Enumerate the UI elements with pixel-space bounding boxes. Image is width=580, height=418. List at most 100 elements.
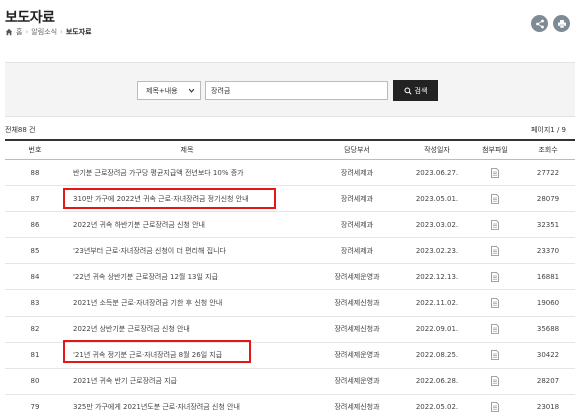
row-title-link[interactable]: '23년부터 근로·자녀장려금 신청이 더 편리해 집니다 [73, 247, 226, 255]
row-views: 35688 [536, 325, 560, 334]
breadcrumb: 홈 › 알림소식 › 보도자료 [5, 27, 92, 37]
row-number: 86 [30, 220, 40, 229]
breadcrumb-home[interactable]: 홈 [16, 27, 22, 37]
header-title: 제목 [180, 146, 194, 154]
row-title-cell: 2022년 귀속 하반기분 근로장려금 신청 안내 [65, 220, 309, 230]
row-department: 장려세제과 [340, 194, 374, 203]
file-icon[interactable] [491, 298, 499, 308]
row-views: 28079 [536, 194, 560, 203]
row-attachment [469, 219, 521, 230]
table-row: 87 310만 가구에 2022년 귀속 근로·자녀장려금 정기신청 안내 장려… [5, 186, 575, 213]
row-department: 장려세제운영과 [334, 377, 380, 386]
row-views: 23018 [536, 403, 560, 412]
row-date: 2023.06.27. [415, 168, 459, 177]
breadcrumb-current: 보도자료 [65, 28, 92, 36]
row-number: 82 [30, 325, 40, 334]
row-title-link[interactable]: 325만 가구에게 2021년도분 근로·자녀장려금 신청 안내 [73, 403, 240, 411]
share-icon [535, 19, 544, 28]
row-department: 장려세제운영과 [334, 272, 380, 281]
file-icon[interactable] [491, 193, 499, 204]
header-department: 담당부서 [344, 146, 370, 154]
row-title-link[interactable]: '22년 귀속 상반기분 근로장려금 12월 13일 지급 [73, 273, 218, 281]
home-icon[interactable] [5, 28, 13, 36]
row-date: 2023.05.01. [415, 194, 459, 203]
table-row: 83 2021년 소득분 근로·자녀장려금 기한 후 신청 안내 장려세제신청과… [5, 290, 575, 317]
row-views: 32351 [536, 220, 560, 229]
row-number: 88 [30, 168, 40, 177]
breadcrumb-separator: › [60, 28, 63, 36]
row-date: 2022.09.01. [415, 325, 459, 334]
table-row: 79 325만 가구에게 2021년도분 근로·자녀장려금 신청 안내 장려세제… [5, 395, 575, 418]
row-title-link[interactable]: 반기분 근로장려금 가구당 평균지급액 전년보다 10% 증가 [73, 169, 244, 177]
search-input[interactable] [205, 81, 388, 100]
row-title-cell: 2021년 소득분 근로·자녀장려금 기한 후 신청 안내 [65, 298, 309, 308]
row-title-cell: 2022년 상반기분 근로장려금 신청 안내 [65, 324, 309, 334]
file-icon[interactable] [491, 350, 499, 361]
table-row: 86 2022년 귀속 하반기분 근로장려금 신청 안내 장려세제과 2023.… [5, 212, 575, 239]
file-icon[interactable] [491, 402, 499, 413]
search-button[interactable]: 검색 [393, 80, 438, 101]
row-number: 84 [30, 272, 40, 281]
share-button[interactable] [531, 15, 548, 32]
row-views: 30422 [536, 351, 560, 360]
row-title-cell: 310만 가구에 2022년 귀속 근로·자녀장려금 정기신청 안내 [65, 194, 309, 204]
row-department: 장려세제운영과 [334, 351, 380, 360]
row-number: 85 [30, 246, 40, 255]
row-title-cell: '22년 귀속 상반기분 근로장려금 12월 13일 지급 [65, 272, 309, 282]
row-title-link[interactable]: 2022년 귀속 하반기분 근로장려금 신청 안내 [73, 221, 205, 229]
file-icon[interactable] [491, 324, 499, 335]
header-views: 조회수 [538, 146, 558, 154]
row-department: 장려세제과 [340, 220, 374, 229]
row-title-link[interactable]: 2022년 상반기분 근로장려금 신청 안내 [73, 325, 190, 333]
row-number: 80 [30, 377, 40, 386]
search-type-value: 제목+내용 [146, 86, 178, 95]
search-button-label: 검색 [414, 86, 428, 95]
row-title-link[interactable]: 2021년 귀속 반기 근로장려금 지급 [73, 377, 177, 385]
table-row: 84 '22년 귀속 상반기분 근로장려금 12월 13일 지급 장려세제운영과… [5, 264, 575, 291]
row-title-cell: '21년 귀속 정기분 근로·자녀장려금 8월 26일 지급 [65, 350, 309, 360]
top-actions [531, 15, 570, 32]
row-views: 28207 [536, 377, 560, 386]
row-title-cell: 반기분 근로장려금 가구당 평균지급액 전년보다 10% 증가 [65, 168, 309, 178]
row-attachment [469, 402, 521, 413]
table-header: 번호 제목 담당부서 작성일자 첨부파일 조회수 [5, 139, 575, 160]
row-date: 2022.06.28. [415, 377, 459, 386]
header-date: 작성일자 [424, 146, 450, 154]
total-count: 전체88 건 [5, 126, 36, 134]
breadcrumb-separator: › [25, 28, 29, 36]
file-icon[interactable] [491, 245, 499, 256]
row-department: 장려세제신청과 [334, 403, 380, 412]
row-title-link[interactable]: 2021년 소득분 근로·자녀장려금 기한 후 신청 안내 [73, 299, 222, 307]
row-title-link[interactable]: '21년 귀속 정기분 근로·자녀장려금 8월 26일 지급 [73, 351, 222, 359]
file-icon[interactable] [491, 167, 499, 178]
row-title-cell: '23년부터 근로·자녀장려금 신청이 더 편리해 집니다 [65, 246, 309, 256]
row-date: 2022.12.13. [415, 272, 459, 281]
file-icon[interactable] [491, 272, 499, 282]
search-type-select[interactable]: 제목+내용 [137, 81, 201, 100]
row-attachment [469, 298, 521, 308]
row-attachment [469, 272, 521, 282]
row-date: 2023.02.23. [415, 246, 459, 255]
print-button[interactable] [553, 15, 570, 32]
search-icon [404, 86, 412, 95]
row-title-link[interactable]: 310만 가구에 2022년 귀속 근로·자녀장려금 정기신청 안내 [73, 195, 249, 203]
breadcrumb-news[interactable]: 알림소식 [31, 27, 57, 37]
row-date: 2022.08.25. [415, 351, 459, 360]
row-title-cell: 2021년 귀속 반기 근로장려금 지급 [65, 376, 309, 386]
row-attachment [469, 376, 521, 387]
file-icon[interactable] [491, 376, 499, 387]
table-row: 88 반기분 근로장려금 가구당 평균지급액 전년보다 10% 증가 장려세제과… [5, 160, 575, 187]
search-panel: 제목+내용 검색 [5, 62, 575, 117]
row-number: 87 [30, 194, 40, 203]
row-views: 19060 [536, 299, 560, 308]
row-views: 16881 [536, 272, 560, 281]
row-date: 2022.05.02. [415, 403, 459, 412]
file-icon[interactable] [491, 219, 499, 230]
row-title-cell: 325만 가구에게 2021년도분 근로·자녀장려금 신청 안내 [65, 402, 309, 412]
row-attachment [469, 245, 521, 256]
row-department: 장려세제과 [340, 168, 374, 177]
row-number: 79 [30, 403, 40, 412]
table-row: 81 '21년 귀속 정기분 근로·자녀장려금 8월 26일 지급 장려세제운영… [5, 343, 575, 369]
table-body: 88 반기분 근로장려금 가구당 평균지급액 전년보다 10% 증가 장려세제과… [5, 160, 575, 418]
row-date: 2022.11.02. [415, 299, 459, 308]
